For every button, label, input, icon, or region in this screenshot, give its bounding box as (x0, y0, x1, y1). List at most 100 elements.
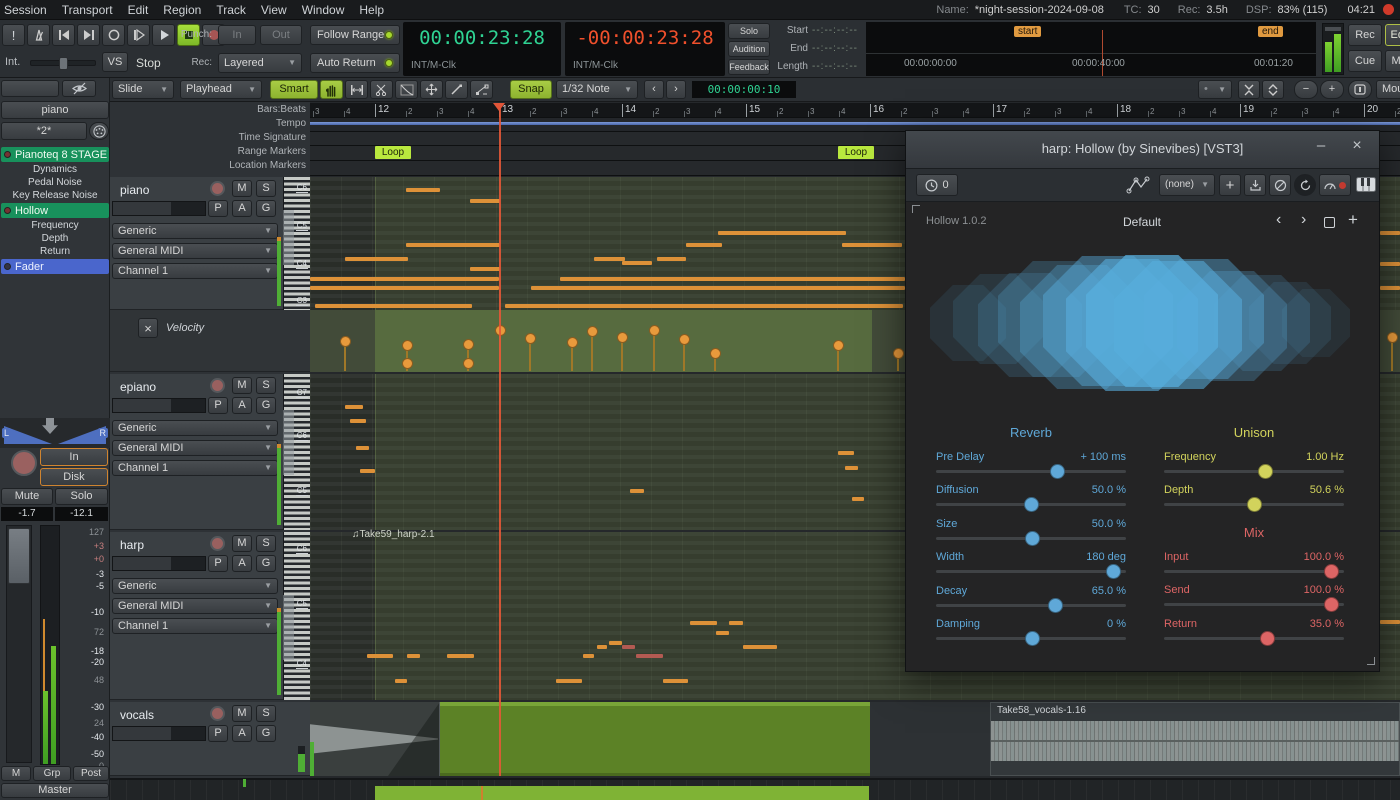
midi-note[interactable] (356, 446, 369, 450)
edit-point-select[interactable]: Playhead ▼ (180, 80, 262, 99)
menu-session[interactable]: Session (4, 3, 47, 17)
go-end-button[interactable] (77, 24, 100, 46)
playhead[interactable] (499, 103, 501, 776)
draw-tool[interactable] (445, 80, 468, 99)
midi-note[interactable] (1380, 286, 1400, 290)
rec-page-button[interactable]: Rec (1348, 24, 1382, 46)
velocity-lollipop[interactable] (463, 339, 474, 350)
punch-in-button[interactable]: In (218, 25, 256, 45)
midi-note[interactable] (718, 231, 846, 235)
range-length-value[interactable]: --:--:--:-- (812, 61, 858, 72)
midi-panic-button[interactable]: ! (2, 24, 25, 46)
preset-next-button[interactable]: › (1301, 211, 1306, 229)
midi-note[interactable] (716, 631, 729, 635)
track-header-piano[interactable]: piano M S P A G Generic ▼ General MIDI ▼ Channel 1… (110, 177, 283, 310)
vocals-region-fadeout[interactable] (310, 702, 440, 776)
mute-button[interactable]: M (232, 705, 252, 722)
gain-fader[interactable] (6, 525, 32, 763)
automation-depth[interactable]: Depth (1, 233, 109, 245)
midi-note[interactable] (315, 304, 472, 308)
midi-note[interactable] (686, 243, 722, 247)
midi-note[interactable] (630, 489, 644, 493)
solo-button[interactable]: S (256, 705, 276, 722)
midi-din-icon[interactable] (89, 122, 109, 140)
menu-view[interactable]: View (261, 3, 287, 17)
param-slider-knob[interactable] (1105, 564, 1121, 580)
midi-channel-select[interactable]: Channel 1 ▼ (112, 618, 278, 634)
latency-button[interactable]: 0 (916, 174, 958, 196)
midi-note[interactable] (583, 654, 594, 658)
nudge-forward-button[interactable]: › (666, 80, 686, 99)
record-enable-button[interactable] (210, 706, 225, 721)
velocity-lollipop[interactable] (833, 340, 844, 351)
solo-button[interactable]: S (256, 377, 276, 394)
master-button[interactable]: Master (1, 783, 109, 798)
velocity-lollipop[interactable] (710, 348, 721, 359)
velocity-lollipop[interactable] (617, 332, 628, 343)
monitor-disk-button[interactable]: Disk (40, 468, 108, 486)
param-slider-track[interactable] (1164, 570, 1344, 573)
keyboard-scroller-epiano[interactable] (283, 410, 294, 475)
velocity-lollipop[interactable] (567, 337, 578, 348)
velocity-lollipop[interactable] (587, 326, 598, 337)
midi-channel-select[interactable]: Channel 1 ▼ (112, 263, 278, 279)
edit-mode-select[interactable]: Slide ▼ (112, 80, 174, 99)
midi-note[interactable] (345, 405, 363, 409)
midi-note[interactable] (609, 641, 622, 645)
velocity-lollipop[interactable] (893, 348, 904, 359)
param-slider-knob[interactable] (1324, 597, 1340, 613)
param-slider-knob[interactable] (1025, 530, 1041, 546)
mute-button[interactable]: M (232, 377, 252, 394)
velocity-lollipop[interactable] (679, 334, 690, 345)
midi-note[interactable] (594, 257, 625, 261)
midi-note[interactable] (597, 645, 607, 649)
track-header-harp[interactable]: harp M S P A G Generic ▼ General MIDI ▼ Channel 1 ▼ (110, 532, 283, 700)
menu-track[interactable]: Track (216, 3, 246, 17)
primary-clock-source[interactable]: INT/M-Clk (411, 60, 456, 71)
nudge-clock[interactable]: 00:00:00:10 (692, 81, 796, 98)
strip-m-button[interactable]: M (1, 766, 31, 781)
processor-fader[interactable]: Fader (1, 259, 109, 274)
midi-note[interactable] (560, 277, 905, 281)
audition-button[interactable]: Audition (728, 41, 770, 57)
mute-button[interactable]: Mute (1, 488, 53, 505)
velocity-lollipop[interactable] (402, 358, 413, 369)
midi-note[interactable] (395, 679, 407, 683)
mute-button[interactable]: M (232, 535, 252, 552)
strip-grp-button[interactable]: Grp (33, 766, 71, 781)
shuttle-handle[interactable] (59, 57, 68, 70)
record-enable-button[interactable] (210, 536, 225, 551)
midi-mode-select[interactable]: General MIDI ▼ (112, 440, 278, 456)
midi-note[interactable] (845, 466, 858, 470)
midi-note[interactable] (690, 621, 717, 625)
vocals-region-recording[interactable] (440, 702, 870, 776)
bypass-meter-button[interactable] (1319, 174, 1351, 196)
midi-note[interactable] (842, 243, 902, 247)
automation-dynamics[interactable]: Dynamics (1, 164, 109, 176)
auto-return-button[interactable]: Auto Return (310, 53, 400, 73)
group-button[interactable]: G (256, 555, 276, 572)
sync-source-label[interactable]: Int. (5, 56, 20, 68)
track-name[interactable]: harp (120, 538, 144, 552)
automation-button[interactable]: A (232, 200, 252, 217)
edit-automation-tool[interactable] (470, 80, 493, 99)
plugin-titlebar[interactable]: harp: Hollow (by Sinevibes) [VST3] – × (906, 131, 1379, 169)
mouse-mode-select[interactable]: Mouse (1376, 80, 1400, 99)
monitor-input-button[interactable]: In (40, 448, 108, 466)
midi-channel-button[interactable]: *2* (1, 122, 87, 140)
midi-note[interactable] (407, 654, 420, 658)
automation-pedal-noise[interactable]: Pedal Noise (1, 177, 109, 189)
param-slider-knob[interactable] (1258, 464, 1274, 479)
midi-note-selected[interactable] (636, 654, 663, 658)
follow-range-button[interactable]: Follow Range (310, 25, 400, 45)
resize-corner[interactable] (1367, 657, 1375, 665)
menu-window[interactable]: Window (302, 3, 345, 17)
midi-note[interactable] (622, 261, 652, 265)
grid-select[interactable]: 1/32 Note ▼ (556, 80, 638, 99)
midi-mode-select[interactable]: General MIDI ▼ (112, 598, 278, 614)
velocity-lollipop[interactable] (340, 336, 351, 347)
nudge-back-button[interactable]: ‹ (644, 80, 664, 99)
playlist-button[interactable]: P (208, 397, 228, 414)
midi-note[interactable] (505, 304, 903, 308)
automation-button[interactable]: A (232, 555, 252, 572)
